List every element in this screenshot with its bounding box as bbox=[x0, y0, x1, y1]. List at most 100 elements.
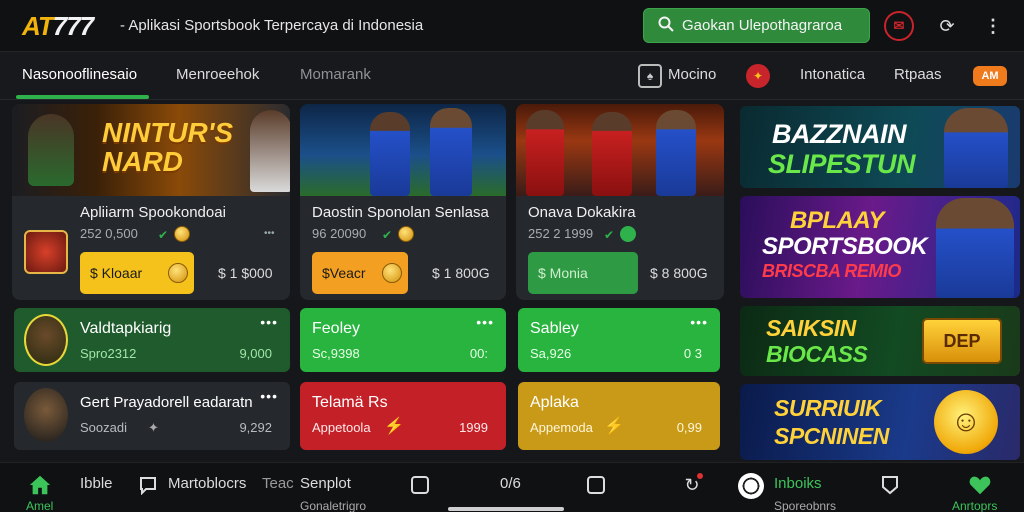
match-tile[interactable]: Valdtapkiarig Spro2312 9,000 ••• bbox=[14, 308, 290, 372]
coin-icon bbox=[398, 226, 414, 242]
nav-home-label: Amel bbox=[26, 499, 54, 512]
bet-button-label: $ Kloaar bbox=[90, 265, 143, 281]
download-button-label: Gaokan Ulepothagraroa bbox=[682, 17, 843, 34]
nav-matches[interactable]: Martoblocrs bbox=[168, 475, 246, 492]
banner-line1: BPLAAY bbox=[790, 207, 884, 234]
match-tile[interactable]: Gert Prayadorell eadaratn Soozadi ✦ 9,29… bbox=[14, 382, 290, 450]
card-title: Onava Dokakira bbox=[528, 204, 636, 221]
featured-image bbox=[516, 104, 724, 196]
nav-teac[interactable]: Teac bbox=[262, 475, 294, 492]
featured-card[interactable]: Onava Dokakira 252 2 1999 ✔ $ Monia $ 8 … bbox=[516, 104, 724, 300]
tile-title: Aplaka bbox=[530, 394, 579, 411]
match-tile[interactable]: Feoley Sc,9398 00: ••• bbox=[300, 308, 506, 372]
bottom-nav: Amel Ibble Martoblocrs Teac Senplot Gona… bbox=[0, 462, 1024, 512]
tab-sportsbook[interactable]: Menroeehok bbox=[176, 66, 259, 83]
tagline: - Aplikasi Sportsbook Terpercaya di Indo… bbox=[120, 17, 424, 34]
tile-value: 9,292 bbox=[239, 420, 272, 435]
promo-banner[interactable]: BAZZNAIN SLIPESTUN bbox=[740, 106, 1020, 188]
more-icon[interactable]: ••• bbox=[690, 314, 708, 330]
bet-value: $ 8 800G bbox=[650, 265, 708, 281]
new-badge: AM bbox=[973, 66, 1007, 86]
more-icon[interactable]: ••• bbox=[260, 388, 278, 404]
player-figure bbox=[944, 108, 1008, 188]
nav-senplot[interactable]: Senplot bbox=[300, 475, 351, 492]
tile-subtitle: Sa,926 bbox=[530, 346, 572, 361]
player-avatar bbox=[24, 388, 68, 442]
bet-button[interactable]: $ Monia bbox=[528, 252, 638, 294]
card-subtitle: 96 20090 bbox=[312, 226, 367, 241]
card-title: Apliiarm Spookondoai bbox=[80, 204, 226, 221]
promo-banners: BAZZNAIN SLIPESTUN BPLAAY SPORTSBOOK BRI… bbox=[740, 104, 1020, 460]
check-icon: ✔ bbox=[158, 228, 169, 242]
featured-card[interactable]: Daostin Sponolan Senlasa 96 20090 ✔ $Vea… bbox=[300, 104, 506, 300]
more-icon[interactable]: ••• bbox=[260, 314, 278, 330]
nav-senplot-sub: Gonaletrigro bbox=[300, 499, 367, 512]
square-icon[interactable] bbox=[584, 473, 608, 497]
flame-icon[interactable]: ✦ bbox=[746, 64, 770, 88]
tile-subtitle: Soozadi bbox=[80, 420, 127, 435]
tile-value: 9,000 bbox=[239, 346, 272, 361]
banner-line2: SPORTSBOOK bbox=[762, 233, 928, 260]
banner-line1: SURRIUIK bbox=[774, 395, 882, 421]
card-subtitle: 252 2 1999 bbox=[528, 226, 594, 241]
bet-button[interactable]: $Veacr bbox=[312, 252, 408, 294]
team-crest-icon bbox=[24, 230, 68, 274]
category-nav: Nasonooflinesaio Menroeehok Momarank Moc… bbox=[0, 52, 1024, 100]
ball-icon[interactable] bbox=[738, 473, 764, 499]
banner-line3: BRISCBA REMIO bbox=[762, 261, 901, 281]
chat-icon[interactable] bbox=[136, 473, 160, 497]
match-tile[interactable]: Telamä Rs Appetoola ⚡ 1999 bbox=[300, 382, 506, 450]
nav-mobile[interactable]: Ibble bbox=[80, 475, 113, 492]
banner-line1: SAIKSIN bbox=[766, 315, 856, 341]
bet-button[interactable]: $ Kloaar bbox=[80, 252, 194, 294]
more-icon[interactable]: ••• bbox=[264, 228, 275, 239]
tab-rank[interactable]: Momarank bbox=[300, 66, 371, 83]
square-icon[interactable] bbox=[408, 473, 432, 497]
shield-icon[interactable] bbox=[878, 473, 902, 497]
casino-icon[interactable]: ♠ bbox=[638, 64, 662, 88]
tab-indonesia[interactable]: Intonatica bbox=[800, 66, 865, 83]
logo[interactable]: AT777 bbox=[22, 11, 94, 42]
banner-line1: BAZZNAIN bbox=[772, 119, 906, 149]
player-figure bbox=[592, 112, 632, 196]
featured-image: NINTUR'S NARD bbox=[12, 104, 290, 196]
player-figure bbox=[370, 112, 410, 196]
tile-title: Telamä Rs bbox=[312, 394, 388, 411]
tile-title: Sabley bbox=[530, 320, 579, 337]
download-button[interactable]: Gaokan Ulepothagraroa bbox=[643, 8, 870, 43]
bet-button-label: $Veacr bbox=[322, 265, 366, 281]
notification-icon[interactable]: ✉ bbox=[884, 11, 914, 41]
card-subtitle: 252 0,500 bbox=[80, 226, 138, 241]
nav-inbox[interactable]: Inboiks bbox=[774, 475, 822, 492]
match-tile[interactable]: Sabley Sa,926 0 3 ••• bbox=[518, 308, 720, 372]
deposit-chest-icon: DEP bbox=[922, 318, 1002, 364]
match-tile[interactable]: Aplaka Appemoda ⚡ 0,99 bbox=[518, 382, 720, 450]
tile-title: Valdtapkiarig bbox=[80, 320, 172, 337]
promo-banner[interactable]: SURRIUIK SPCNINEN ☺ bbox=[740, 384, 1020, 460]
top-bar: AT777 - Aplikasi Sportsbook Terpercaya d… bbox=[0, 0, 1024, 52]
home-icon[interactable] bbox=[28, 473, 52, 497]
promo-banner[interactable]: BPLAAY SPORTSBOOK BRISCBA REMIO bbox=[740, 196, 1020, 298]
tile-subtitle: Appemoda bbox=[530, 420, 593, 435]
tab-casino[interactable]: Mocino bbox=[668, 66, 716, 83]
search-icon bbox=[658, 16, 674, 36]
tile-subtitle: Spro2312 bbox=[80, 346, 137, 361]
banner-line2: BIOCASS bbox=[766, 341, 868, 367]
tile-value: 00: bbox=[469, 346, 488, 361]
tile-value: 0 3 bbox=[683, 346, 702, 361]
bet-value: $ 1 $000 bbox=[218, 265, 273, 281]
more-menu-icon[interactable]: ⋮ bbox=[978, 11, 1008, 41]
featured-image bbox=[300, 104, 506, 196]
featured-card[interactable]: NINTUR'S NARD Apliiarm Spookondoai 252 0… bbox=[12, 104, 290, 300]
promo-banner[interactable]: SAIKSIN BIOCASS DEP bbox=[740, 306, 1020, 376]
status-dot-icon bbox=[620, 226, 636, 242]
tile-title: Gert Prayadorell eadaratn bbox=[80, 394, 253, 411]
refresh-icon[interactable]: ⟳ bbox=[932, 11, 962, 41]
refresh-alert-icon[interactable]: ↻ bbox=[680, 473, 704, 497]
home-indicator[interactable] bbox=[448, 507, 564, 511]
tab-rtp[interactable]: Rtpaas bbox=[894, 66, 942, 83]
nav-counter[interactable]: 0/6 bbox=[500, 475, 521, 492]
more-icon[interactable]: ••• bbox=[476, 314, 494, 330]
heart-icon[interactable] bbox=[968, 473, 992, 497]
tab-home[interactable]: Nasonooflinesaio bbox=[22, 66, 137, 83]
